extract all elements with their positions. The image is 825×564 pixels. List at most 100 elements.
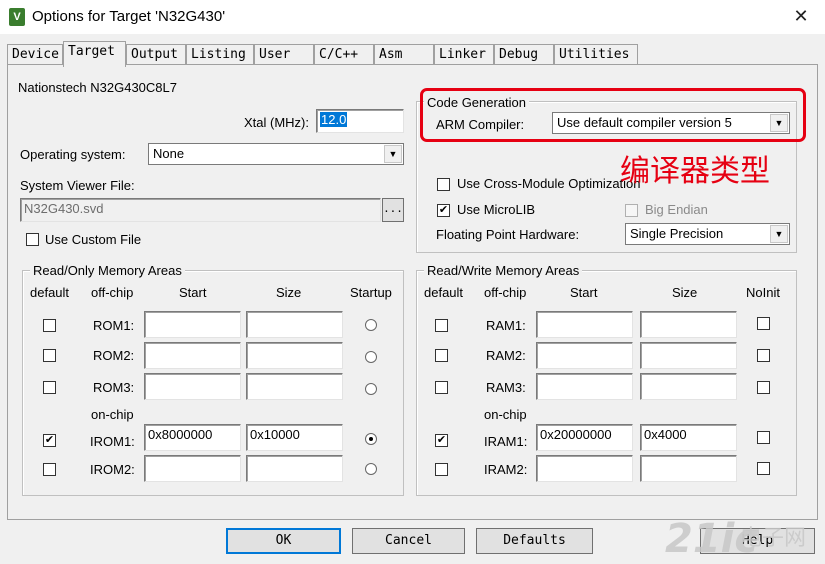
ro-header-default: default	[30, 285, 70, 300]
rom2-start-input[interactable]	[144, 342, 241, 369]
rom1-default-checkbox[interactable]	[43, 319, 56, 332]
irom2-default-checkbox[interactable]	[43, 463, 56, 476]
iram1-noinit-checkbox[interactable]	[757, 431, 770, 444]
ro-header-size: Size	[276, 285, 302, 300]
xtal-input[interactable]: 12.0	[316, 109, 404, 133]
tab-output[interactable]: Output	[126, 44, 186, 65]
ram3-default-checkbox[interactable]	[435, 381, 448, 394]
fpu-value: Single Precision	[630, 226, 724, 241]
rom1-size-input[interactable]	[246, 311, 343, 338]
tab-asm[interactable]: Asm	[374, 44, 434, 65]
irom2-size-input[interactable]	[246, 455, 343, 482]
cross-module-checkbox[interactable]	[437, 178, 450, 191]
irom2-start-input[interactable]	[144, 455, 241, 482]
ram3-label: RAM3:	[486, 380, 526, 395]
rom3-label: ROM3:	[93, 380, 135, 395]
ram1-default-checkbox[interactable]	[435, 319, 448, 332]
iram2-default-checkbox[interactable]	[435, 463, 448, 476]
rom3-startup-radio[interactable]	[365, 383, 377, 395]
ro-onchip-label: on-chip	[91, 407, 134, 422]
iram2-start-input[interactable]	[536, 455, 633, 482]
irom1-start-input[interactable]: 0x8000000	[144, 424, 241, 451]
tab-user[interactable]: User	[254, 44, 314, 65]
ram3-start-input[interactable]	[536, 373, 633, 400]
iram1-label: IRAM1:	[484, 434, 528, 449]
svd-file-field: N32G430.svd	[20, 198, 381, 222]
iram2-noinit-checkbox[interactable]	[757, 462, 770, 475]
rom3-start-input[interactable]	[144, 373, 241, 400]
tab-utilities[interactable]: Utilities	[554, 44, 638, 65]
fpu-label: Floating Point Hardware:	[436, 227, 580, 242]
rw-header-size: Size	[672, 285, 698, 300]
irom1-startup-radio[interactable]	[365, 433, 377, 445]
rw-header-default: default	[424, 285, 464, 300]
microlib-label: Use MicroLIB	[457, 202, 536, 217]
rom3-size-input[interactable]	[246, 373, 343, 400]
app-icon: V	[9, 8, 25, 26]
os-select[interactable]: None ▼	[148, 143, 404, 165]
close-icon[interactable]: ✕	[790, 5, 812, 27]
ro-header-offchip: off-chip	[91, 285, 134, 300]
ro-header-start: Start	[179, 285, 207, 300]
ram2-size-input[interactable]	[640, 342, 737, 369]
tab-target[interactable]: Target	[63, 41, 126, 67]
iram1-default-checkbox[interactable]: ✔	[435, 434, 448, 447]
irom2-startup-radio[interactable]	[365, 463, 377, 475]
rom2-label: ROM2:	[93, 348, 135, 363]
cross-module-label: Use Cross-Module Optimization	[457, 176, 641, 191]
ram2-noinit-checkbox[interactable]	[757, 349, 770, 362]
rom1-label: ROM1:	[93, 318, 135, 333]
iram2-size-input[interactable]	[640, 455, 737, 482]
tab-cc[interactable]: C/C++	[314, 44, 374, 65]
watermark-sub: 电子网	[740, 526, 807, 551]
device-name: Nationstech N32G430C8L7	[18, 80, 177, 95]
use-custom-file-label: Use Custom File	[45, 232, 142, 247]
tab-debug[interactable]: Debug	[494, 44, 554, 65]
rw-onchip-label: on-chip	[484, 407, 527, 422]
xtal-label: Xtal (MHz):	[244, 115, 309, 130]
fpu-select[interactable]: Single Precision ▼	[625, 223, 790, 245]
use-custom-file-checkbox[interactable]	[26, 233, 39, 246]
iram1-start-input[interactable]: 0x20000000	[536, 424, 633, 451]
window-title: Options for Target 'N32G430'	[32, 8, 226, 25]
ro-header-startup: Startup	[350, 285, 392, 300]
tab-linker[interactable]: Linker	[434, 44, 494, 65]
ram3-noinit-checkbox[interactable]	[757, 381, 770, 394]
readwrite-memory-title: Read/Write Memory Areas	[424, 263, 583, 278]
tab-device[interactable]: Device	[7, 44, 63, 65]
ram1-start-input[interactable]	[536, 311, 633, 338]
tab-listing[interactable]: Listing	[186, 44, 254, 65]
rw-header-offchip: off-chip	[484, 285, 527, 300]
rw-header-noinit: NoInit	[746, 285, 780, 300]
ok-button[interactable]: OK	[226, 528, 341, 554]
os-label: Operating system:	[20, 147, 126, 162]
svd-browse-button: ...	[382, 198, 404, 222]
big-endian-checkbox	[625, 204, 638, 217]
ram2-label: RAM2:	[486, 348, 526, 363]
ram2-start-input[interactable]	[536, 342, 633, 369]
chevron-down-icon: ▼	[770, 225, 788, 243]
readonly-memory-title: Read/Only Memory Areas	[30, 263, 185, 278]
ram1-noinit-checkbox[interactable]	[757, 317, 770, 330]
rw-header-start: Start	[570, 285, 598, 300]
chevron-down-icon: ▼	[384, 145, 402, 163]
rom2-startup-radio[interactable]	[365, 351, 377, 363]
rom3-default-checkbox[interactable]	[43, 381, 56, 394]
ram3-size-input[interactable]	[640, 373, 737, 400]
rom1-startup-radio[interactable]	[365, 319, 377, 331]
cancel-button[interactable]: Cancel	[352, 528, 465, 554]
ram1-size-input[interactable]	[640, 311, 737, 338]
irom1-label: IROM1:	[90, 434, 135, 449]
svd-label: System Viewer File:	[20, 178, 135, 193]
ram2-default-checkbox[interactable]	[435, 349, 448, 362]
rom1-start-input[interactable]	[144, 311, 241, 338]
title-bar: V Options for Target 'N32G430' ✕	[0, 0, 825, 34]
microlib-checkbox[interactable]: ✔	[437, 204, 450, 217]
rom2-default-checkbox[interactable]	[43, 349, 56, 362]
rom2-size-input[interactable]	[246, 342, 343, 369]
irom1-size-input[interactable]: 0x10000	[246, 424, 343, 451]
iram1-size-input[interactable]: 0x4000	[640, 424, 737, 451]
irom1-default-checkbox[interactable]: ✔	[43, 434, 56, 447]
defaults-button[interactable]: Defaults	[476, 528, 593, 554]
iram2-label: IRAM2:	[484, 462, 528, 477]
